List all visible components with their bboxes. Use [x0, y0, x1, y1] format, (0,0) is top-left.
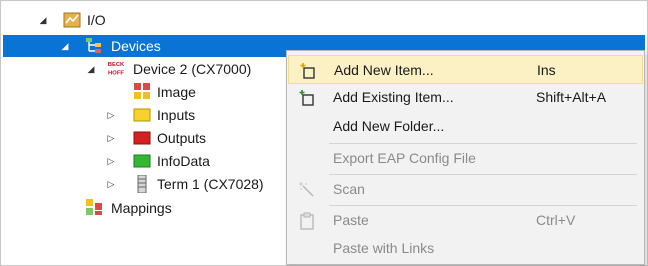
tree-item-devices[interactable]: Devices — [111, 35, 161, 57]
tree-item-term-1[interactable]: Term 1 (CX7028) — [157, 173, 264, 195]
menu-item-label: Add New Folder... — [333, 118, 445, 134]
tree-item-device-2[interactable]: Device 2 (CX7000) — [133, 58, 251, 80]
collapse-arrow-icon[interactable]: ◢ — [59, 35, 71, 57]
collapse-arrow-icon[interactable]: ◢ — [37, 9, 49, 31]
tree-item-inputs[interactable]: Inputs — [157, 104, 195, 126]
menu-item-scan[interactable]: Scan — [288, 175, 643, 204]
menu-item-label: Paste with Links — [333, 240, 435, 256]
svg-text:HOFF: HOFF — [108, 70, 124, 76]
tree-item-outputs[interactable]: Outputs — [157, 127, 206, 149]
menu-item-label: Add Existing Item... — [333, 89, 454, 105]
tree-item-mappings[interactable]: Mappings — [111, 197, 172, 219]
infodata-icon — [133, 154, 151, 168]
collapse-arrow-icon[interactable]: ◢ — [85, 58, 97, 80]
menu-item-label: Scan — [333, 181, 365, 197]
menu-item-shortcut: Ctrl+V — [536, 212, 576, 228]
svg-text:BECK: BECK — [108, 62, 125, 68]
paste-clipboard-icon — [300, 212, 314, 230]
mappings-icon — [86, 199, 102, 215]
expand-arrow-icon[interactable]: ▷ — [105, 104, 117, 126]
scan-wand-icon — [299, 182, 314, 197]
menu-item-label: Paste — [333, 212, 369, 228]
menu-item-label: Add New Item... — [334, 62, 434, 78]
outputs-icon — [133, 131, 151, 145]
menu-item-paste[interactable]: Paste Ctrl+V — [288, 206, 643, 235]
menu-item-label: Export EAP Config File — [333, 150, 476, 166]
context-menu: Add New Item... Ins Add Existing Item...… — [286, 50, 645, 265]
expand-arrow-icon[interactable]: ▷ — [105, 173, 117, 195]
expand-arrow-icon[interactable]: ▷ — [105, 150, 117, 172]
add-existing-item-icon — [299, 90, 314, 106]
beckhoff-device-icon: BECK HOFF — [107, 59, 125, 77]
menu-item-add-existing-item[interactable]: Add Existing Item... Shift+Alt+A — [288, 83, 643, 112]
io-folder-icon — [63, 12, 81, 28]
menu-item-add-new-item[interactable]: Add New Item... Ins — [288, 55, 643, 84]
tree-item-infodata[interactable]: InfoData — [157, 150, 210, 172]
expand-arrow-icon[interactable]: ▷ — [105, 127, 117, 149]
menu-item-export-eap-config[interactable]: Export EAP Config File — [288, 144, 643, 173]
menu-item-shortcut: Ins — [537, 62, 556, 78]
menu-item-add-new-folder[interactable]: Add New Folder... — [288, 112, 643, 141]
terminal-icon — [137, 175, 147, 193]
inputs-icon — [133, 108, 151, 122]
menu-item-shortcut: Shift+Alt+A — [536, 89, 607, 105]
image-process-icon — [134, 83, 150, 99]
add-new-item-icon — [300, 63, 315, 79]
devices-tree-icon — [86, 38, 101, 53]
menu-item-paste-with-links[interactable]: Paste with Links — [288, 234, 643, 263]
tree-item-image[interactable]: Image — [157, 81, 196, 103]
tree-item-io[interactable]: I/O — [87, 9, 106, 31]
